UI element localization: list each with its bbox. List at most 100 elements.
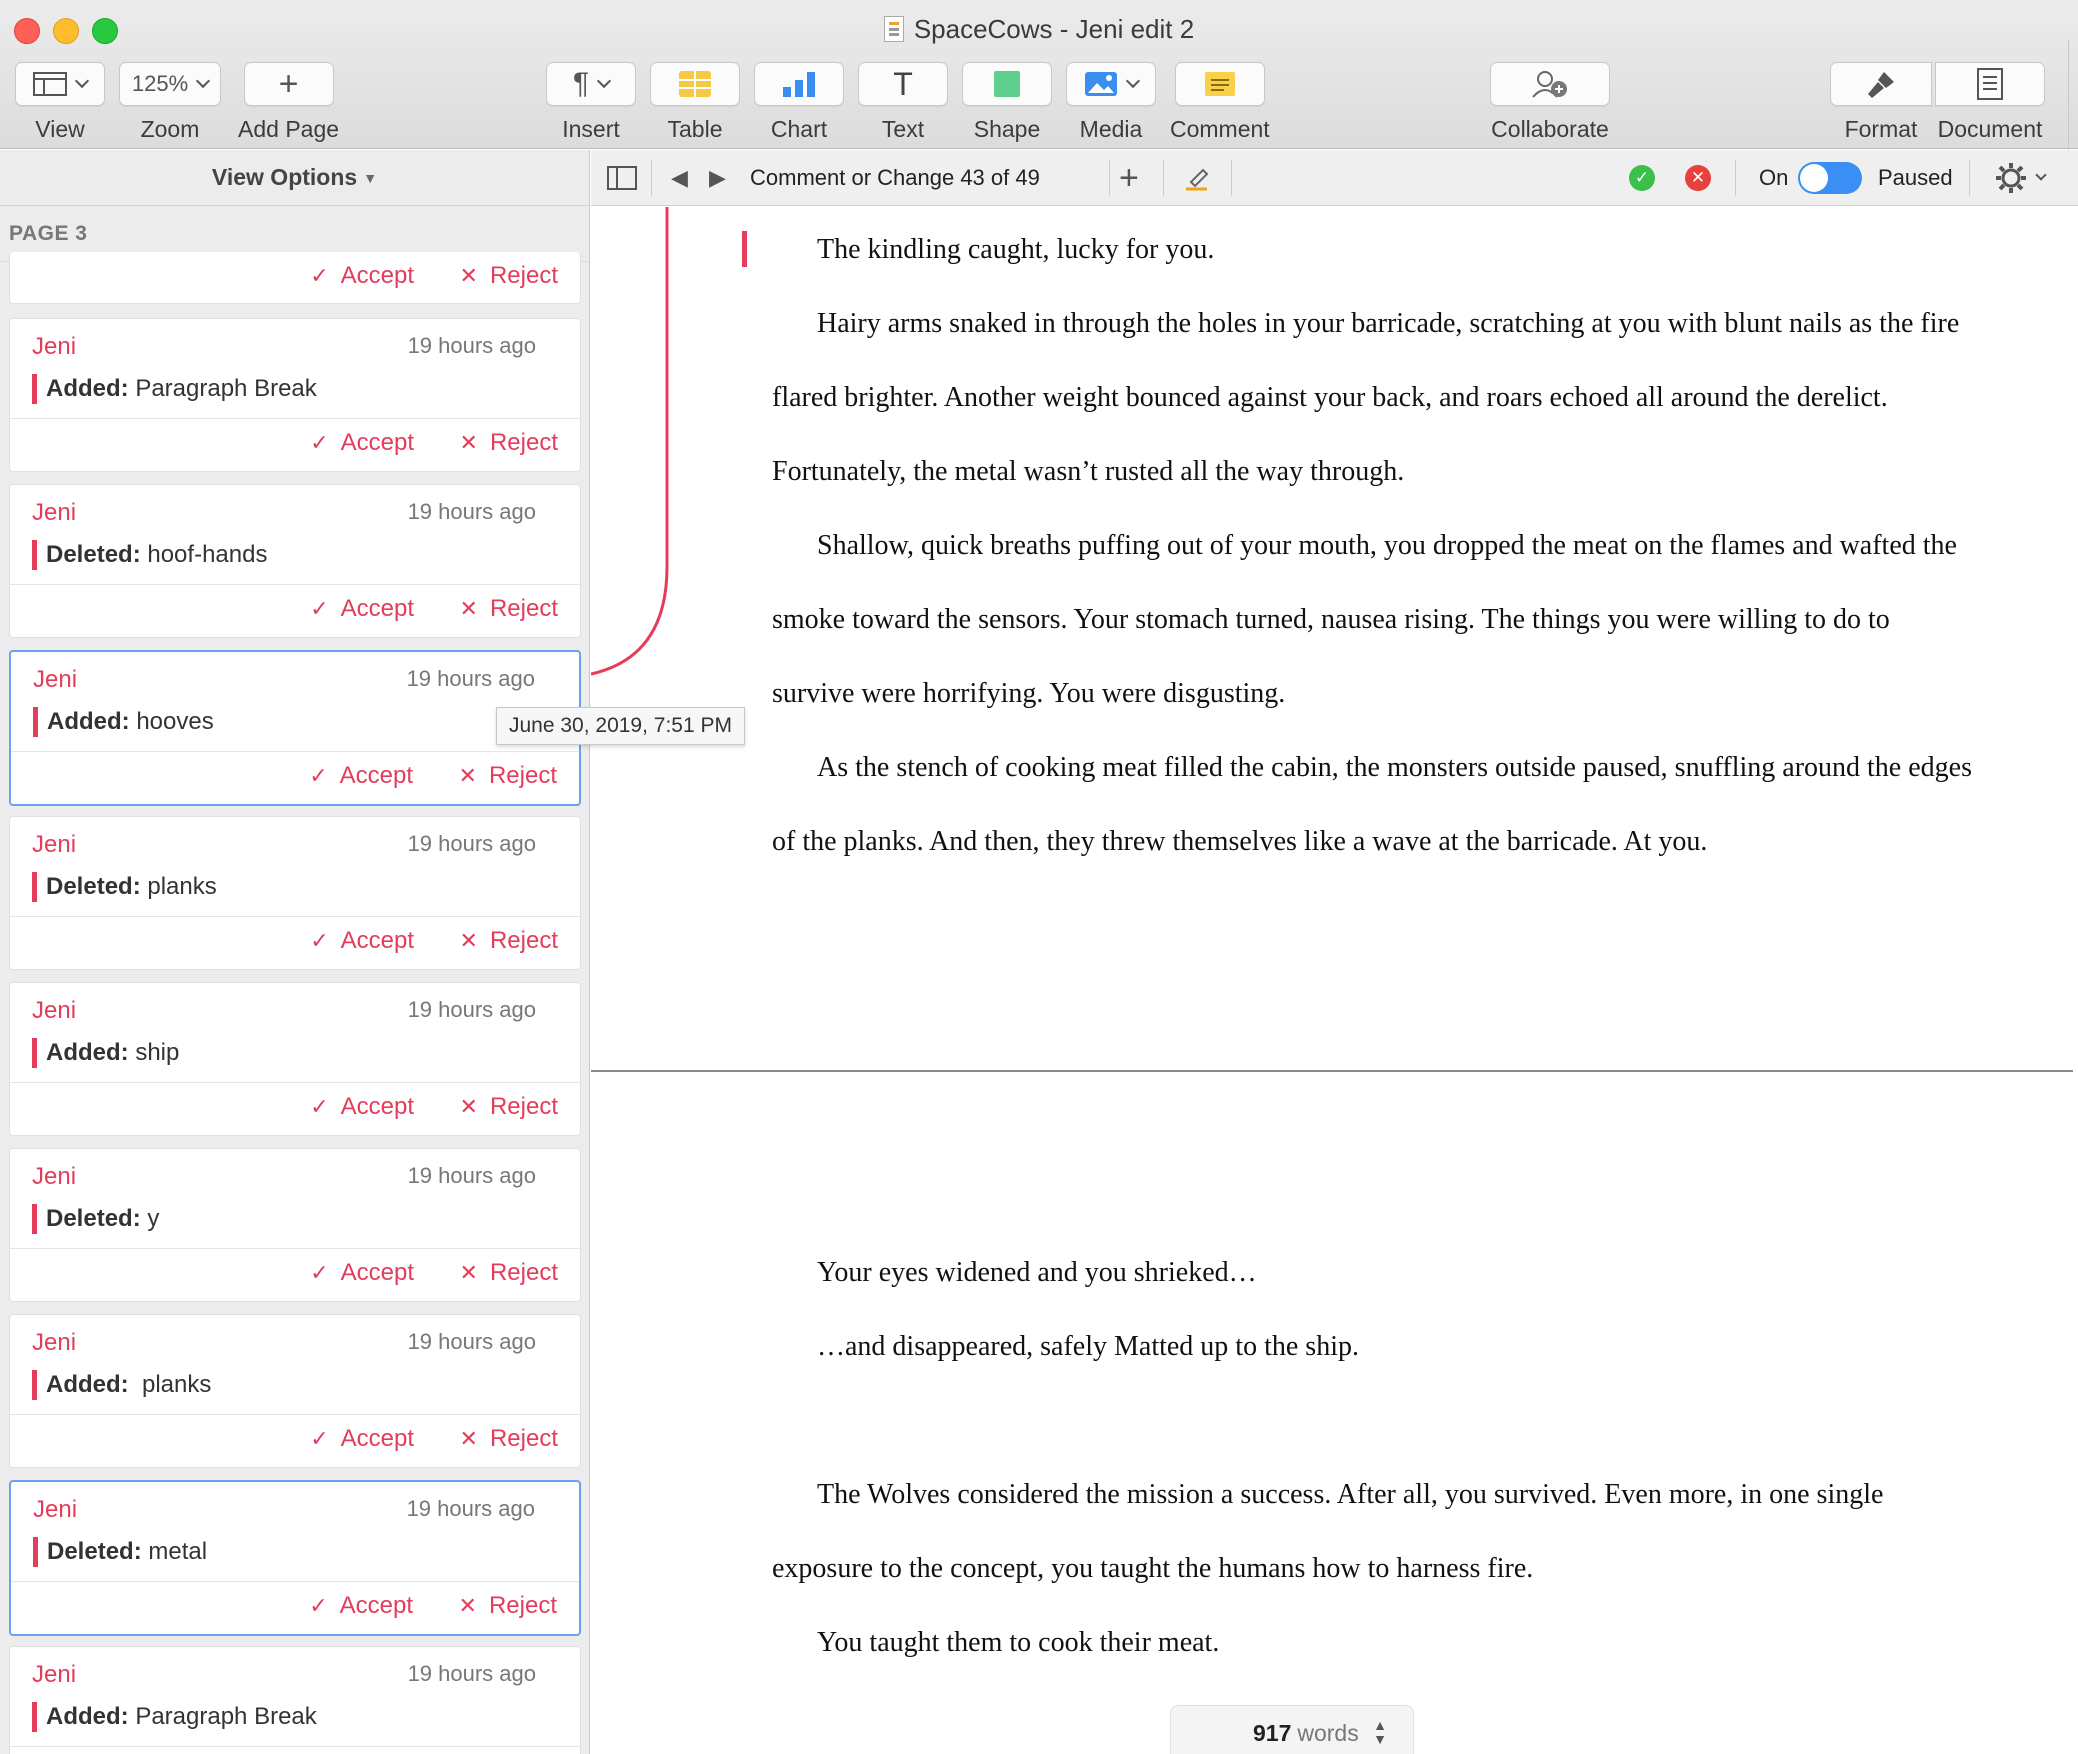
previous-change-button[interactable]: ◀	[671, 150, 688, 206]
checkmark-icon: ✓	[310, 1094, 329, 1119]
change-description: Added: Paragraph Break	[32, 1702, 317, 1732]
paragraph[interactable]: You taught them to cook their meat.	[772, 1606, 1972, 1680]
collaborate-button[interactable]: Collaborate	[1490, 62, 1610, 143]
table-button[interactable]: Table	[650, 62, 740, 143]
plus-icon: +	[1119, 158, 1139, 197]
format-button[interactable]: Format	[1830, 62, 1932, 143]
accept-button[interactable]: ✓ Accept	[310, 595, 414, 623]
reject-button[interactable]: ✕ Reject	[459, 1592, 557, 1620]
paragraph[interactable]: Hairy arms snaked in through the holes i…	[772, 287, 1972, 509]
collaborate-icon	[1532, 71, 1567, 98]
change-position-label: Comment or Change 43 of 49	[750, 165, 1040, 190]
insert-menu-button[interactable]: ¶ Insert	[546, 62, 636, 143]
reject-button[interactable]: ✕ Reject	[460, 429, 558, 457]
change-card[interactable]: Jeni 19 hours ago Added: planks ✓ Accept …	[9, 1314, 581, 1468]
next-change-button[interactable]: ▶	[709, 150, 726, 206]
window-title: SpaceCows - Jeni edit 2	[0, 14, 2078, 45]
accept-button[interactable]: ✓ Accept	[310, 429, 414, 457]
chevron-down-icon	[2035, 169, 2047, 181]
zoom-menu-button[interactable]: 125% Zoom	[119, 62, 221, 143]
page-break-divider	[591, 1070, 2073, 1072]
paragraph[interactable]: …and disappeared, safely Matted up to th…	[772, 1310, 1972, 1384]
reject-button[interactable]: ✕ Reject	[460, 595, 558, 623]
accept-button[interactable]: ✓ Accept	[310, 1093, 414, 1121]
checkmark-icon: ✓	[310, 263, 329, 288]
track-changes-bar: ◀ ▶ Comment or Change 43 of 49 + ✓ ✕ On …	[591, 150, 2078, 206]
document-button[interactable]: Document	[1935, 62, 2045, 143]
reject-button[interactable]: ✕ Reject	[460, 1093, 558, 1121]
view-options-menu[interactable]: View Options ▼	[0, 150, 589, 206]
checkmark-icon: ✓	[309, 1593, 328, 1618]
reject-all-button[interactable]: ✕	[1685, 150, 1711, 206]
gear-icon	[1996, 163, 2026, 193]
paragraph[interactable]: Your eyes widened and you shrieked…	[772, 1236, 1972, 1310]
change-card[interactable]: Jeni 19 hours ago Deleted: y ✓ Accept ✕ Re…	[9, 1148, 581, 1302]
accept-button[interactable]: ✓ Accept	[310, 1425, 414, 1453]
chart-button[interactable]: Chart	[754, 62, 844, 143]
x-icon: ✕	[459, 1426, 478, 1451]
add-page-button[interactable]: + Add Page	[238, 62, 339, 143]
zoom-value: 125%	[131, 71, 189, 96]
triangle-right-icon: ▶	[709, 165, 726, 190]
divider	[1163, 160, 1164, 196]
paragraph-icon: ¶	[572, 67, 590, 100]
reject-button[interactable]: ✕ Reject	[460, 927, 558, 955]
table-icon	[679, 71, 711, 97]
change-card-selected[interactable]: Jeni 19 hours ago Deleted: metal ✓ Accept…	[9, 1480, 581, 1636]
change-card-partial[interactable]: ✓ Accept ✕ Reject	[9, 252, 581, 304]
track-settings-menu[interactable]	[1993, 150, 2047, 206]
track-changes-toggle[interactable]	[1798, 162, 1862, 194]
highlight-button[interactable]	[1183, 150, 1211, 206]
reject-button[interactable]: ✕ Reject	[460, 1425, 558, 1453]
change-description: Deleted: hoof-hands	[32, 540, 267, 570]
toggle-sidebar-button[interactable]	[607, 150, 637, 206]
accept-button[interactable]: ✓ Accept	[310, 262, 414, 290]
checkmark-icon: ✓	[309, 763, 328, 788]
view-menu-button[interactable]: View	[15, 62, 105, 143]
sidebar-layout-icon	[33, 72, 67, 96]
accept-button[interactable]: ✓ Accept	[310, 927, 414, 955]
add-comment-button[interactable]: +	[1119, 150, 1139, 206]
reject-button[interactable]: ✕ Reject	[460, 262, 558, 290]
accept-button[interactable]: ✓ Accept	[309, 762, 413, 790]
media-menu-button[interactable]: Media	[1066, 62, 1156, 143]
x-icon: ✕	[459, 1260, 478, 1285]
accept-all-button[interactable]: ✓	[1629, 150, 1655, 206]
change-card[interactable]: Jeni 19 hours ago Added: Paragraph Break	[9, 1646, 581, 1754]
x-icon: ✕	[458, 763, 477, 788]
word-count-control[interactable]: 917 words ▲ ▼	[1170, 1705, 1414, 1754]
change-description: Added: planks	[32, 1370, 211, 1400]
paragraph[interactable]: As the stench of cooking meat filled the…	[772, 731, 1972, 879]
divider	[1109, 160, 1110, 196]
chevron-down-icon	[596, 73, 612, 89]
shape-icon	[994, 71, 1020, 97]
change-description: Added: ship	[32, 1038, 179, 1068]
change-connector-line	[591, 207, 669, 676]
x-icon: ✕	[459, 430, 478, 455]
tracking-on-label: On	[1759, 165, 1789, 190]
comment-button[interactable]: Comment	[1170, 62, 1270, 143]
pages-document-icon	[883, 16, 904, 42]
comments-sidebar: View Options ▼ PAGE 3 ✓ Accept ✕ Reject Jen…	[0, 150, 590, 1754]
accept-button[interactable]: ✓ Accept	[310, 1259, 414, 1287]
paragraph[interactable]: The kindling caught, lucky for you.	[772, 213, 1972, 287]
change-card[interactable]: Jeni 19 hours ago Added: ship ✓ Accept ✕ R…	[9, 982, 581, 1136]
media-photo-icon	[1085, 72, 1117, 96]
change-marker	[742, 231, 747, 267]
triangle-down-icon: ▼	[363, 169, 378, 186]
tracking-status-label: Paused	[1878, 165, 1953, 190]
chevron-down-icon	[196, 73, 211, 89]
change-card[interactable]: Jeni 19 hours ago Deleted: hoof-hands ✓ A…	[9, 484, 581, 638]
paragraph[interactable]: The Wolves considered the mission a succ…	[772, 1458, 1972, 1606]
divider	[1969, 160, 1970, 196]
reject-button[interactable]: ✕ Reject	[459, 762, 557, 790]
accept-button[interactable]: ✓ Accept	[309, 1592, 413, 1620]
change-card[interactable]: Jeni 19 hours ago Deleted: planks ✓ Accep…	[9, 816, 581, 970]
paragraph[interactable]: Shallow, quick breaths puffing out of yo…	[772, 509, 1972, 731]
change-description: Deleted: y	[32, 1204, 159, 1234]
text-box-button[interactable]: T Text	[858, 62, 948, 143]
shape-button[interactable]: Shape	[962, 62, 1052, 143]
reject-button[interactable]: ✕ Reject	[460, 1259, 558, 1287]
document-canvas[interactable]: The kindling caught, lucky for you. Hair…	[591, 207, 2078, 1754]
change-card[interactable]: Jeni 19 hours ago Added: Paragraph Break…	[9, 318, 581, 472]
